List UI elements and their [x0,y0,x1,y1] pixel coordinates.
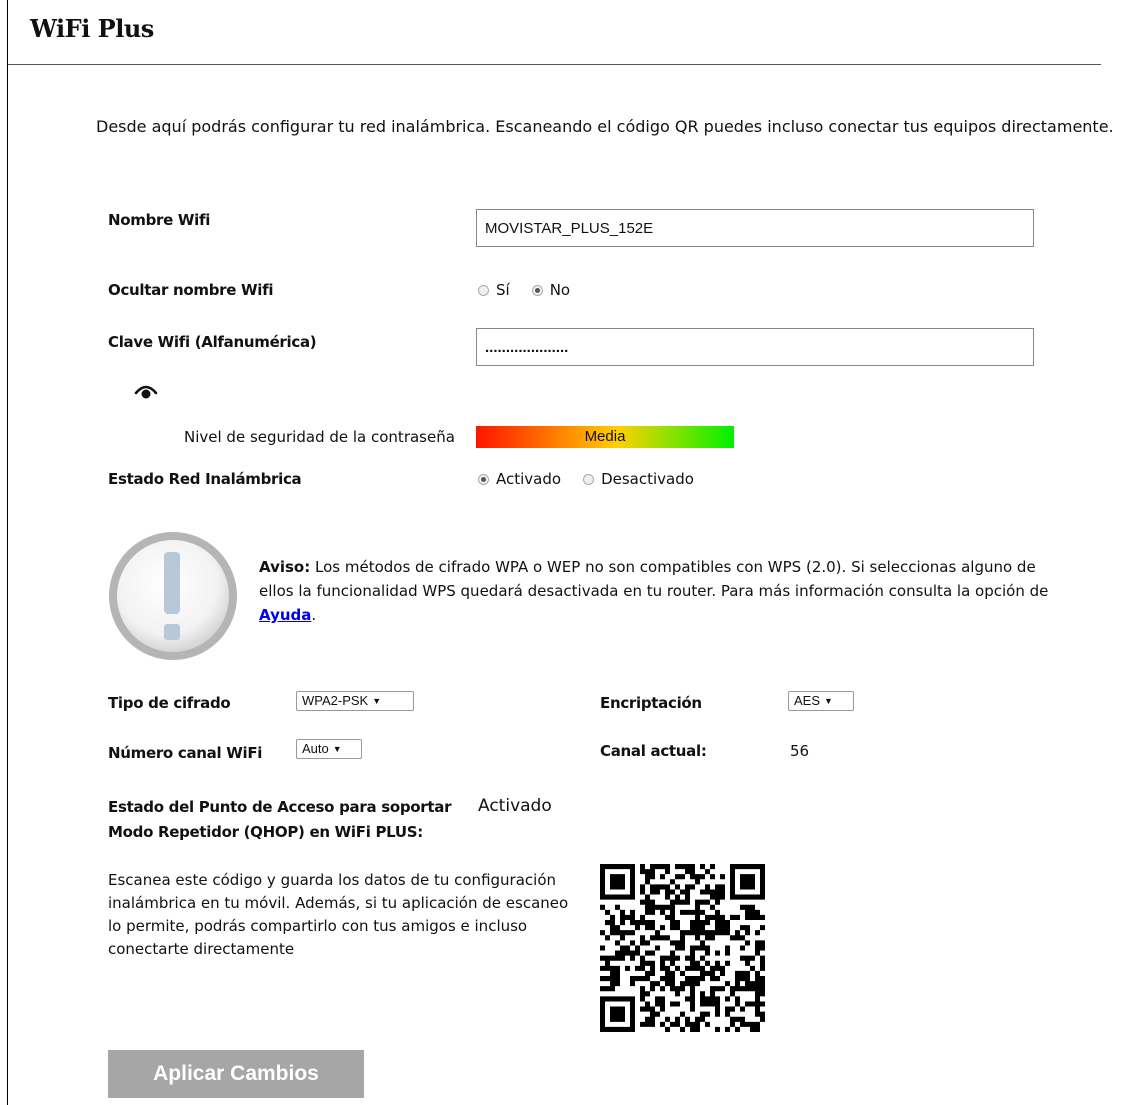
current-channel-label: Canal actual: [600,742,707,760]
hide-name-label: Ocultar nombre Wifi [108,281,274,299]
notice-text: Los métodos de cifrado WPA o WEP no son … [259,558,1049,600]
notice-bold: Aviso: [259,558,311,576]
wireless-state-radio-group: Activado Desactivado [478,470,716,488]
wps-notice: Aviso: Los métodos de cifrado WPA o WEP … [259,555,1049,627]
cipher-type-value: WPA2-PSK [302,693,369,708]
warning-exclamation-icon [107,530,239,662]
cipher-type-label: Tipo de cifrado [108,694,231,712]
wireless-on-label[interactable]: Activado [496,470,561,488]
channel-select[interactable]: Auto ▼ [296,739,362,759]
qr-code-icon [600,864,765,1032]
frame-border [7,0,8,1105]
hide-name-yes-label[interactable]: Sí [496,281,510,299]
apply-changes-button[interactable]: Aplicar Cambios [108,1050,364,1098]
current-channel-value: 56 [790,742,810,760]
encryption-value: AES [794,693,821,708]
cipher-type-select[interactable]: WPA2-PSK ▼ [296,691,414,711]
access-point-label: Estado del Punto de Acceso para soportar… [108,795,451,845]
dropdown-arrow-icon: ▼ [332,744,342,754]
dropdown-arrow-icon: ▼ [372,696,382,706]
wireless-state-label: Estado Red Inalámbrica [108,470,302,488]
wireless-on-radio[interactable] [478,473,489,485]
password-strength-value: Media [584,428,626,445]
intro-text: Desde aquí podrás configurar tu red inal… [96,117,1114,136]
hide-name-yes-radio[interactable] [478,284,489,296]
wifi-key-label: Clave Wifi (Alfanumérica) [108,333,317,351]
hide-name-no-label[interactable]: No [550,281,570,299]
hide-name-no-radio[interactable] [531,284,543,296]
wifi-name-label: Nombre Wifi [108,211,211,229]
wireless-off-radio[interactable] [583,473,595,485]
access-point-label-line1: Estado del Punto de Acceso para soportar [108,798,452,816]
encryption-label: Encriptación [600,694,702,712]
eye-icon[interactable] [134,383,158,401]
help-link[interactable]: Ayuda [259,606,311,624]
password-strength-bar: Media [476,426,734,448]
channel-label: Número canal WiFi [108,744,263,762]
notice-end: . [311,606,317,624]
dropdown-arrow-icon: ▼ [824,696,833,706]
wifi-key-input[interactable] [476,328,1034,366]
encryption-select[interactable]: AES ▼ [788,691,854,711]
channel-value: Auto [302,741,329,756]
access-point-label-line2: Modo Repetidor (QHOP) en WiFi PLUS: [108,823,423,841]
wifi-name-input[interactable] [476,209,1034,247]
page-title: WiFi Plus [30,14,154,43]
qr-description: Escanea este código y guarda los datos d… [108,871,569,958]
page-header: WiFi Plus [8,0,1101,65]
password-strength-label: Nivel de seguridad de la contraseña [184,428,455,446]
wireless-off-label[interactable]: Desactivado [601,470,694,488]
hide-name-radio-group: Sí No [478,281,592,299]
access-point-value: Activado [478,796,552,816]
